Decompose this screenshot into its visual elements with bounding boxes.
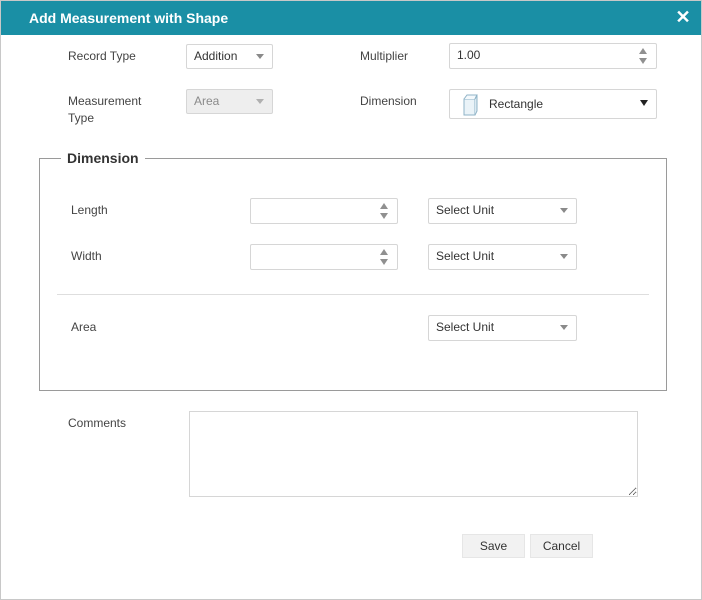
chevron-down-icon [560,254,568,259]
save-button[interactable]: Save [462,534,525,558]
width-unit-value: Select Unit [436,249,495,263]
width-stepper[interactable] [380,249,390,265]
length-stepper[interactable] [380,203,390,219]
add-measurement-dialog: Add Measurement with Shape ✕ Record Type… [0,0,702,600]
chevron-down-icon [640,100,648,106]
area-unit-select[interactable]: Select Unit [428,315,577,341]
multiplier-stepper[interactable] [639,48,649,64]
comments-label: Comments [68,416,127,430]
rectangle-shape-icon [463,94,478,116]
measurement-type-label-line1: Measurement [68,94,142,108]
increment-icon[interactable] [380,249,388,255]
decrement-icon[interactable] [380,259,388,265]
dialog-title: Add Measurement with Shape [29,10,229,26]
measurement-type-select: Area [186,89,273,114]
dimension-select[interactable]: Rectangle [449,89,657,119]
width-label: Width [71,249,102,263]
multiplier-label: Multiplier [360,49,409,63]
decrement-icon[interactable] [639,58,647,64]
dimension-legend: Dimension [61,150,145,166]
chevron-down-icon [560,208,568,213]
length-label: Length [71,203,108,217]
chevron-down-icon [256,99,264,104]
multiplier-input[interactable]: 1.00 [449,43,657,69]
measurement-type-value: Area [194,94,220,108]
record-type-value: Addition [194,49,238,63]
section-divider [57,294,649,295]
close-icon[interactable]: ✕ [674,8,692,26]
chevron-down-icon [256,54,264,59]
increment-icon[interactable] [380,203,388,209]
chevron-down-icon [560,325,568,330]
length-input[interactable] [250,198,398,224]
measurement-type-label-line2: Type [68,111,95,125]
length-unit-value: Select Unit [436,203,495,217]
dimension-value: Rectangle [489,97,544,111]
area-unit-value: Select Unit [436,320,495,334]
area-label: Area [71,320,97,334]
length-unit-select[interactable]: Select Unit [428,198,577,224]
multiplier-value: 1.00 [457,48,481,62]
comments-textarea[interactable] [189,411,638,497]
dimension-fieldset [39,158,667,391]
dimension-label: Dimension [360,94,417,108]
record-type-label: Record Type [68,49,136,63]
increment-icon[interactable] [639,48,647,54]
cancel-button[interactable]: Cancel [530,534,593,558]
width-unit-select[interactable]: Select Unit [428,244,577,270]
dialog-titlebar: Add Measurement with Shape ✕ [1,1,701,35]
width-input[interactable] [250,244,398,270]
record-type-select[interactable]: Addition [186,44,273,69]
decrement-icon[interactable] [380,213,388,219]
